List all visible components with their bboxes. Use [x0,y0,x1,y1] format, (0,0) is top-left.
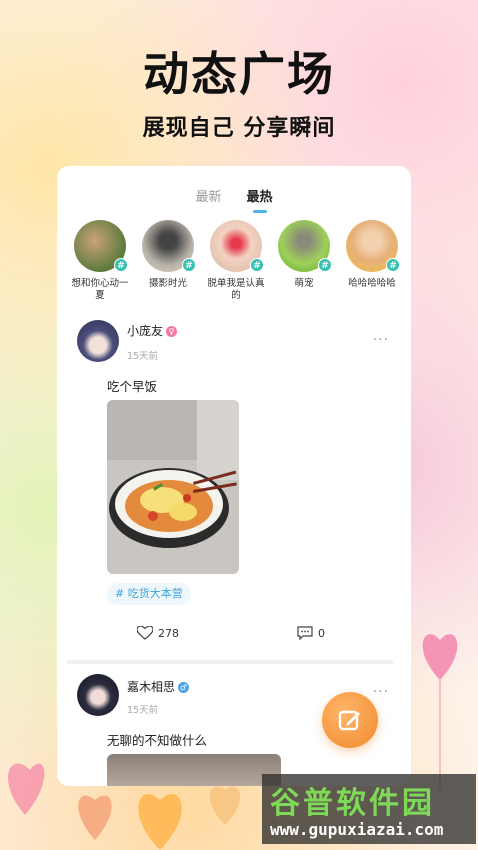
hashtag-icon: # [386,258,400,272]
topic-item[interactable]: # 哈哈哈哈哈 [343,220,401,302]
post-time: 15天前 [127,705,159,716]
topic-circles: # 想和你心动一夏 # 摄影时光 # 脱单我是认真的 # 萌宠 # 哈哈哈哈哈 [71,220,401,302]
post-time: 15天前 [127,351,159,362]
topic-image: # [346,220,400,272]
like-count: 278 [158,626,179,640]
avatar[interactable] [77,320,119,362]
watermark-title: 谷普软件园 [270,786,435,821]
post-text: 无聊的不知做什么 [107,733,208,748]
compose-button[interactable] [322,692,378,748]
post-photo[interactable] [107,754,281,786]
tab-latest[interactable]: 最新 [195,186,221,213]
hero-title: 动态广场 [143,47,335,101]
topic-label: 脱单我是认真的 [207,278,265,301]
hashtag-icon: # [182,258,196,272]
topic-label: 哈哈哈哈哈 [348,278,396,289]
post-username[interactable]: 小庞友 ♀ [127,322,178,339]
more-options-icon[interactable]: ··· [373,684,389,700]
topic-image: # [210,220,264,272]
watermark-url: www.gupuxiazai.com [270,820,444,839]
topic-label: 萌宠 [294,278,314,289]
avatar[interactable] [77,674,119,716]
post-username[interactable]: 嘉木相思 ♂ [127,678,190,695]
post-text: 吃个早饭 [107,379,158,394]
topic-label: 摄影时光 [148,278,187,289]
watermark: 谷普软件园 www.gupuxiazai.com [262,774,476,844]
topic-image: # [74,220,128,272]
comment-button[interactable]: 0 [297,626,325,640]
topic-item[interactable]: # 摄影时光 [139,220,197,302]
male-icon: ♂ [178,682,190,693]
post-actions: 278 0 [57,626,411,646]
hashtag-icon: # [250,258,264,272]
topic-label: 想和你心动一夏 [71,278,129,301]
topic-item[interactable]: # 想和你心动一夏 [71,220,129,302]
topic-image: # [278,220,332,272]
like-button[interactable]: 278 [137,626,179,640]
more-options-icon[interactable]: ··· [373,332,389,348]
topic-image: # [142,220,196,272]
edit-icon [338,710,360,731]
post-item: 小庞友 ♀ 15天前 ··· 吃个早饭 # 吃货大本营 278 0 [57,316,411,656]
topic-item[interactable]: # 脱单我是认真的 [207,220,265,302]
tab-hot[interactable]: 最热 [247,186,273,213]
topic-tag[interactable]: # 吃货大本营 [107,583,191,605]
noodle-bowl-image [107,400,239,574]
hashtag-icon: # [114,258,128,272]
female-icon: ♀ [166,326,178,337]
post-divider [67,660,393,664]
comment-icon [297,626,313,640]
hero-subtitle: 展现自己 分享瞬间 [142,116,336,141]
feed-tabs: 最新 最热 [57,186,411,216]
post-photo[interactable] [107,400,239,574]
heart-icon [137,626,153,640]
comment-count: 0 [318,626,325,640]
topic-item[interactable]: # 萌宠 [275,220,333,302]
hashtag-icon: # [318,258,332,272]
